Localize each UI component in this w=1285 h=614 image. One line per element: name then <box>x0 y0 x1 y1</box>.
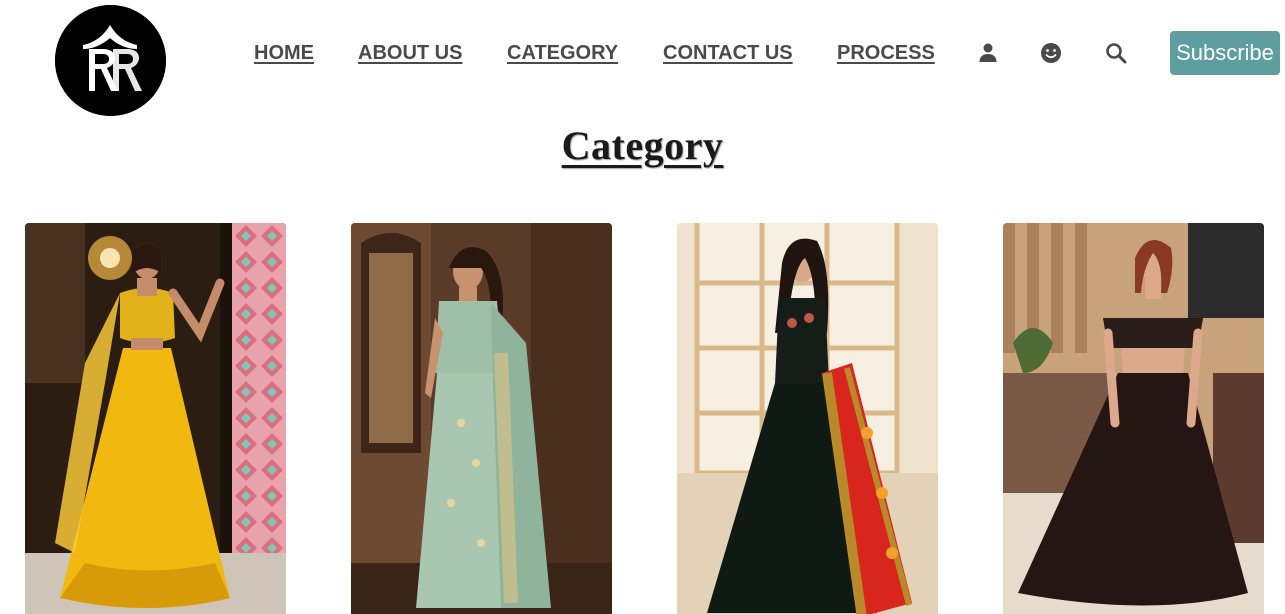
nav-contact-us[interactable]: CONTACT US <box>663 42 793 65</box>
subscribe-button[interactable]: Subscribe <box>1170 31 1280 75</box>
search-icon[interactable] <box>1104 41 1128 65</box>
category-card-green-saree[interactable] <box>351 223 612 614</box>
category-card-black-gown[interactable] <box>677 223 938 614</box>
mint-green-saree-photo <box>351 223 612 614</box>
nav-category[interactable]: CATEGORY <box>507 42 618 65</box>
rr-logo[interactable] <box>55 5 166 116</box>
smile-icon[interactable] <box>1039 41 1063 65</box>
black-off-shoulder-gown-photo <box>1003 223 1264 614</box>
yellow-lehenga-photo <box>25 223 286 614</box>
category-card-off-shoulder-gown[interactable] <box>1003 223 1264 614</box>
category-card-yellow-lehenga[interactable] <box>25 223 286 614</box>
rr-monogram-icon <box>55 5 166 116</box>
nav-process[interactable]: PROCESS <box>837 42 935 65</box>
nav-home[interactable]: HOME <box>254 42 314 65</box>
page-title: Category <box>561 123 724 168</box>
black-gown-red-dupatta-photo <box>677 223 938 614</box>
site-header: HOME ABOUT US CATEGORY CONTACT US PROCES… <box>0 0 1285 116</box>
user-icon[interactable] <box>976 41 1000 65</box>
nav-about-us[interactable]: ABOUT US <box>358 42 462 65</box>
